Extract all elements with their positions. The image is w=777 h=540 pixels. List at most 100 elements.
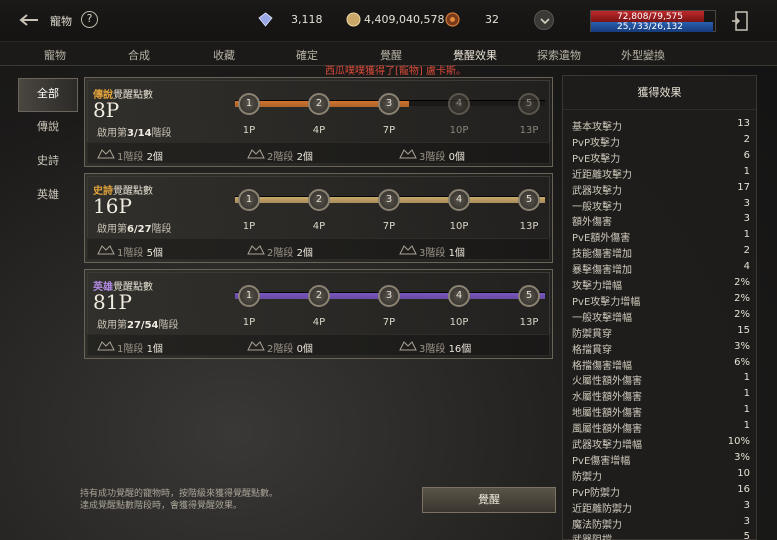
effect-row: PvP攻擊力 2 (563, 134, 758, 149)
effect-value: 16 (737, 483, 750, 495)
card-footer: 1階段 5個 2階段 2個 3階段 1個 (87, 238, 550, 260)
effect-name: 基本攻擊力 (572, 122, 622, 133)
effect-row: 水屬性額外傷害 1 (563, 388, 758, 403)
effect-name: PvP防禦力 (572, 487, 620, 499)
diamond-count: 3,118 (291, 13, 323, 26)
stage-threshold: 10P (449, 221, 469, 232)
stage-node: 1 (238, 285, 260, 307)
tab-appearance[interactable]: 外型變換 (608, 47, 678, 63)
hint-text: 持有成功覺醒的寵物時，按階級來獲得覺醒點數。 達成覺醒點數階段時，會獲得覺醒效果… (80, 488, 278, 512)
effect-row: PvP防禦力 16 (563, 484, 758, 499)
tab-synthesis[interactable]: 合成 (104, 47, 174, 63)
awaken-grade-card: 傳說覺醒點數 8P 啟用第3/14階段 1 1P 2 4P 3 7P 4 10P 5 13P 1階… (84, 77, 553, 167)
effect-name: 武器攻擊力增幅 (572, 440, 642, 451)
effect-name: 近距離防禦力 (572, 503, 632, 515)
back-arrow-icon[interactable] (18, 12, 40, 28)
stage-threshold: 4P (312, 125, 326, 136)
effect-name: 水屬性額外傷害 (572, 392, 642, 404)
stage-threshold: 1P (242, 125, 256, 136)
effect-name: PvE傷害增幅 (572, 455, 631, 467)
stage-threshold: 10P (449, 125, 469, 136)
effect-row: PvE攻擊力增幅 2% (563, 293, 758, 308)
stage-node: 2 (308, 93, 330, 115)
effect-value: 5 (743, 531, 750, 540)
tab-awaken-effect[interactable]: 覺醒效果 (440, 47, 510, 63)
effect-value: 3% (734, 451, 750, 463)
effect-value: 10% (727, 436, 750, 447)
effect-row: 格擋傷害增幅 6% (563, 357, 758, 372)
effect-name: PvP攻擊力 (572, 137, 620, 149)
stage-crest-icon (97, 245, 115, 255)
effect-value: 17 (737, 181, 750, 193)
stage-count: 3階段 1個 (419, 248, 465, 259)
stage-crest-icon (247, 149, 265, 159)
effect-value: 3 (743, 197, 750, 209)
filter-epic[interactable]: 史詩 (18, 146, 78, 180)
effect-row: 技能傷害增加 2 (563, 245, 758, 260)
stage-crest-icon (97, 149, 115, 159)
effect-value: 1 (743, 404, 750, 416)
effect-name: 武器阻擋 (572, 531, 612, 540)
stage-count: 3階段 0個 (419, 152, 465, 163)
tab-explore-relic[interactable]: 探索遺物 (524, 47, 594, 63)
stage-crest-icon (399, 341, 417, 351)
effect-row: PvE傷害增幅 3% (563, 452, 758, 467)
effect-name: PvE額外傷害 (572, 233, 631, 245)
effect-row: 額外傷害 3 (563, 213, 758, 228)
exit-door-icon[interactable] (731, 10, 751, 32)
grade-filter-nav: 全部 傳說 史詩 英雄 (18, 78, 78, 214)
active-stage: 啟用第27/54階段 (97, 320, 179, 331)
effect-row: PvE額外傷害 1 (563, 229, 758, 244)
help-icon[interactable]: ? (81, 11, 98, 28)
tab-pet[interactable]: 寵物 (20, 47, 90, 63)
expand-button[interactable] (534, 10, 554, 30)
stage-threshold: 10P (449, 317, 469, 328)
active-stage: 啟用第3/14階段 (97, 128, 172, 139)
stage-count: 1階段 2個 (117, 152, 163, 163)
awaken-points: 81P (93, 290, 132, 314)
stage-threshold: 7P (382, 125, 396, 136)
mp-text: 25,733/26,132 (616, 22, 683, 32)
effect-value: 13 (737, 118, 750, 129)
filter-all[interactable]: 全部 (18, 78, 78, 112)
effect-row: 火屬性額外傷害 1 (563, 372, 758, 387)
stage-crest-icon (247, 341, 265, 351)
effect-row: 基本攻擊力 13 (563, 118, 758, 133)
card-footer: 1階段 2個 2階段 2個 3階段 0個 (87, 142, 550, 164)
effect-name: 額外傷害 (572, 217, 612, 229)
awaken-points: 8P (93, 98, 120, 122)
stage-threshold: 4P (312, 221, 326, 232)
effect-name: 攻擊力增幅 (572, 281, 622, 292)
page-title: 寵物 (50, 15, 72, 28)
tab-collection[interactable]: 收藏 (189, 47, 259, 63)
active-stage: 啟用第6/27階段 (97, 224, 172, 235)
effect-name: 一般攻擊力 (572, 201, 622, 213)
token-count: 32 (485, 13, 499, 26)
stage-count: 1階段 5個 (117, 248, 163, 259)
stage-crest-icon (399, 245, 417, 255)
effect-name: 防禦力 (572, 471, 602, 483)
effect-row: PvE攻擊力 6 (563, 150, 758, 165)
stage-count: 3階段 16個 (419, 344, 472, 355)
effect-row: 近距離防禦力 3 (563, 500, 758, 515)
stage-node: 3 (378, 93, 400, 115)
effect-name: PvE攻擊力增幅 (572, 296, 641, 308)
hint-line-2: 達成覺醒點數階段時，會獲得覺醒效果。 (80, 501, 243, 511)
stage-crest-icon (97, 341, 115, 351)
effect-name: PvE攻擊力 (572, 153, 621, 165)
awaken-button[interactable]: 覺醒 (422, 487, 556, 513)
tab-confirm[interactable]: 確定 (272, 47, 342, 63)
hint-line-1: 持有成功覺醒的寵物時，按階級來獲得覺醒點數。 (80, 489, 279, 499)
effect-name: 一般攻擊增幅 (572, 312, 632, 324)
effect-row: 武器攻擊力增幅 10% (563, 436, 758, 451)
gold-count: 4,409,040,578 (364, 13, 445, 26)
effect-value: 4 (743, 261, 750, 273)
filter-hero[interactable]: 英雄 (18, 180, 78, 214)
effect-row: 暴擊傷害增加 4 (563, 261, 758, 276)
card-footer: 1階段 1個 2階段 0個 3階段 16個 (87, 334, 550, 356)
system-notice: 西瓜噗噗獲得了[寵物] 盧卡斯。 (325, 66, 466, 77)
effect-row: 風屬性額外傷害 1 (563, 420, 758, 435)
effect-name: 暴擊傷害增加 (572, 265, 632, 277)
tab-awaken[interactable]: 覺醒 (356, 47, 426, 63)
filter-legendary[interactable]: 傳說 (18, 112, 78, 146)
